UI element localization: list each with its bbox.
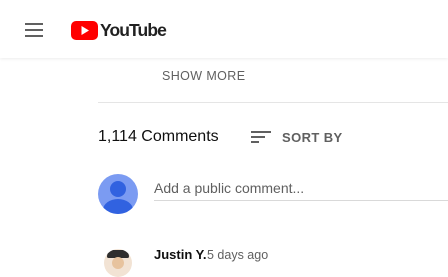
- sort-icon-line: [251, 131, 271, 133]
- avatar-head: [110, 181, 126, 197]
- comment-count: 1,114 Comments: [98, 128, 219, 145]
- section-divider: [98, 102, 448, 103]
- youtube-wordmark: YouTube: [100, 20, 167, 40]
- menu-icon-line: [25, 23, 43, 25]
- default-avatar-icon: [98, 174, 138, 214]
- show-more-button[interactable]: SHOW MORE: [162, 69, 245, 83]
- menu-icon-line: [25, 29, 43, 31]
- avatar-face: [112, 257, 124, 269]
- menu-icon[interactable]: [23, 20, 47, 40]
- sort-icon-line: [251, 136, 265, 138]
- sort-by-label: SORT BY: [282, 129, 343, 145]
- avatar-body: [103, 199, 133, 214]
- sort-icon-line: [251, 141, 259, 143]
- sort-icon: [251, 129, 271, 145]
- menu-icon-line: [25, 35, 43, 37]
- top-bar: YouTube: [0, 0, 448, 58]
- commenter-avatar[interactable]: [104, 249, 132, 277]
- youtube-logo[interactable]: YouTube: [71, 20, 167, 41]
- add-comment-input[interactable]: [154, 176, 448, 201]
- sort-by-button[interactable]: SORT BY: [251, 127, 343, 147]
- youtube-play-icon: [71, 21, 98, 40]
